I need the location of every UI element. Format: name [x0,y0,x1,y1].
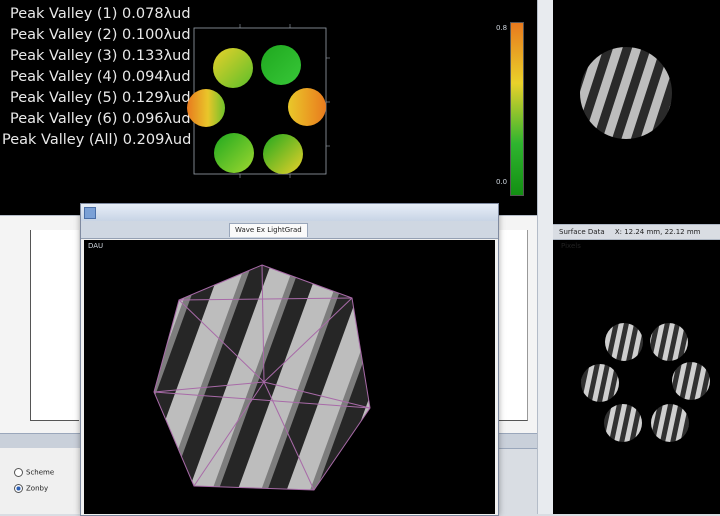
peak-valley-row-all: Peak Valley (All) 0.209λud [2,132,192,148]
peak-valley-row-2: Peak Valley (2) 0.100λud [10,27,191,43]
option-zonby-radio[interactable] [14,484,23,493]
peak-valley-row-5: Peak Valley (5) 0.129λud [10,90,191,106]
spot-1 [213,48,253,88]
fringe-disc-5 [604,404,642,442]
surface-map-plot [187,24,330,178]
colorbar-min-label: 0.0 [496,178,508,186]
window-icon [84,207,96,219]
spot-2 [261,45,301,85]
peak-valley-row-6: Peak Valley (6) 0.096λud [10,111,191,127]
options-group: Scheme Zonby [0,448,80,514]
tab-wave[interactable]: Wave Ex LightGrad [229,223,308,237]
peak-valley-row-1: Peak Valley (1) 0.078λud [10,6,191,22]
profile-plot-area [30,230,79,421]
profile-plot-area-right [497,230,528,421]
fringe-disc-1 [605,323,643,361]
peak-valley-list: Peak Valley (1) 0.078λud Peak Valley (2)… [0,6,192,154]
window-titlebar[interactable] [81,204,498,222]
option-scheme[interactable]: Scheme [14,468,54,477]
peak-valley-row-3: Peak Valley (3) 0.133λud [10,48,191,64]
surface-data-strip: Surface Data X: 12.24 mm, 22.12 mm Pixel… [553,224,720,250]
colorbar-max-label: 0.8 [496,24,508,32]
fringe-image-panel: DAU [84,240,495,514]
window-tabbar: Wave Ex LightGrad [81,221,498,239]
top-left-pane: Peak Valley (1) 0.078λud Peak Valley (2)… [0,0,537,215]
spot-6 [263,134,303,174]
right-column: Surface Data X: 12.24 mm, 22.12 mm Pixel… [553,0,720,514]
colorbar [510,22,524,196]
spot-5 [214,133,254,173]
six-fringe-view [581,323,710,442]
floating-image-window[interactable]: Wave Ex LightGrad DAU [80,203,499,516]
spot-3 [187,89,225,127]
fringe-hexagon [153,264,371,491]
single-fringe-disc [580,47,672,139]
fringe-disc-6 [651,404,689,442]
fringe-disc-4 [672,362,710,400]
fringe-disc-2 [650,323,688,361]
option-zonby[interactable]: Zonby [14,484,48,493]
spot-4 [288,88,326,126]
single-fringe-view [580,47,672,139]
fringe-disc-3 [581,364,619,402]
peak-valley-row-4: Peak Valley (4) 0.094λud [10,69,191,85]
option-scheme-radio[interactable] [14,468,23,477]
